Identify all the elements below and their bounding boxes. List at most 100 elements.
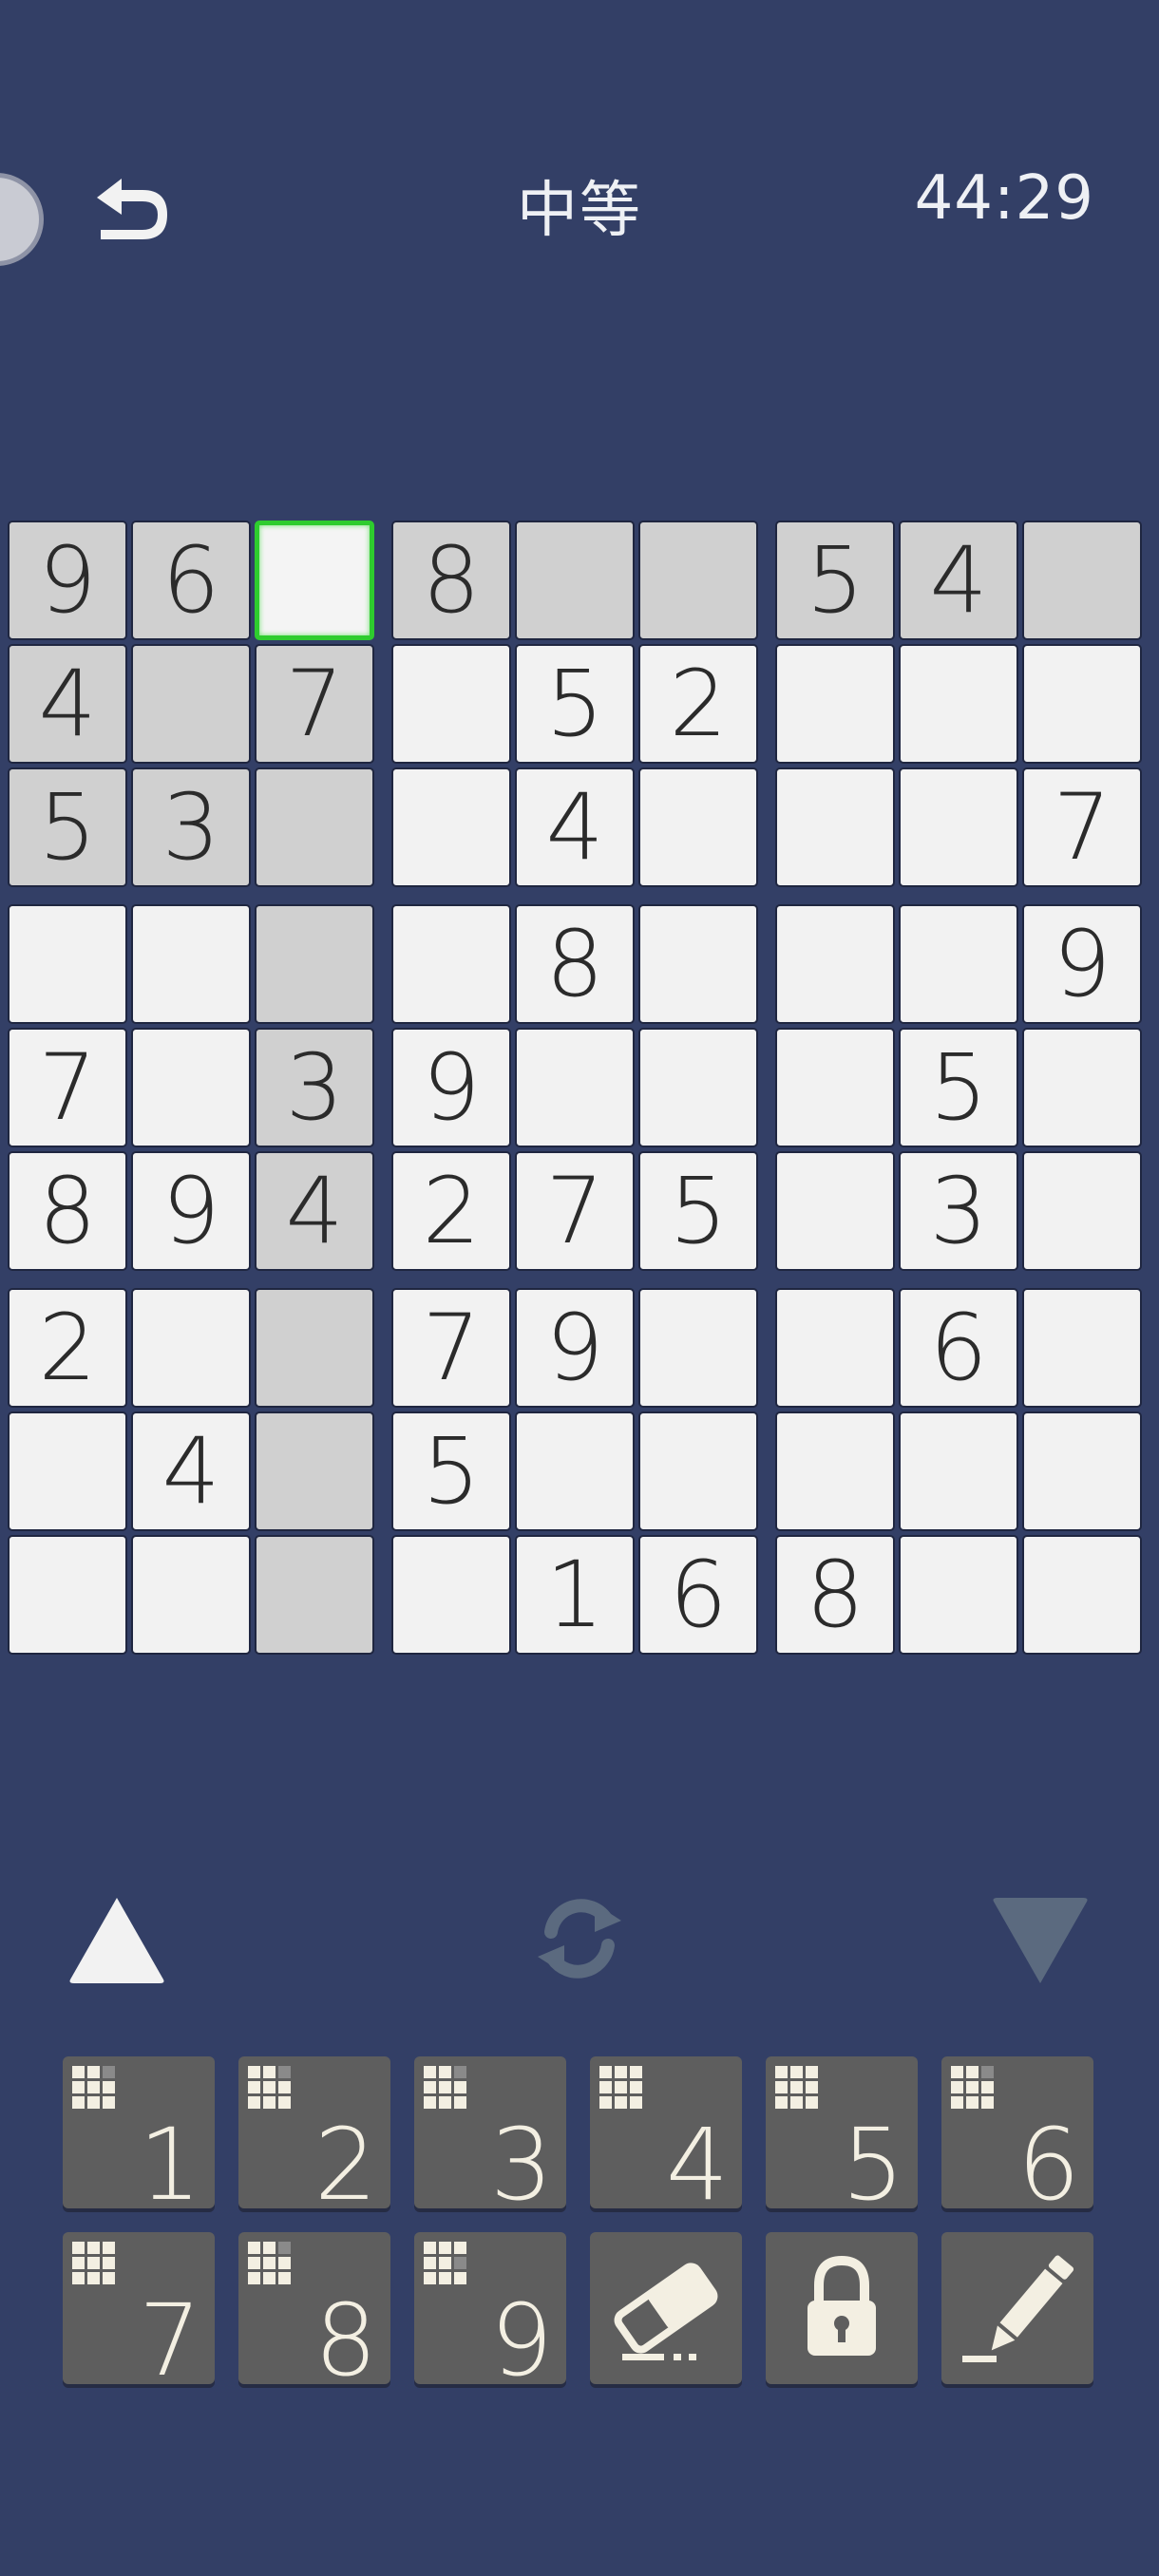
board-cell[interactable]: [391, 1535, 511, 1655]
board-cell[interactable]: [638, 1288, 758, 1408]
board-cell[interactable]: [255, 904, 374, 1024]
board-cell[interactable]: [8, 1411, 127, 1531]
board-cell[interactable]: [255, 521, 374, 640]
board-cell[interactable]: 4: [8, 644, 127, 764]
board-cell[interactable]: [638, 521, 758, 640]
board-cell[interactable]: 7: [8, 1028, 127, 1147]
board-cell[interactable]: 2: [638, 644, 758, 764]
board-cell[interactable]: 7: [1022, 767, 1142, 887]
board-cell[interactable]: [1022, 521, 1142, 640]
board-cell[interactable]: [899, 1535, 1018, 1655]
board-cell[interactable]: 1: [515, 1535, 635, 1655]
board-cell[interactable]: [515, 521, 635, 640]
board-cell[interactable]: [391, 767, 511, 887]
number-key-6[interactable]: 6: [941, 2056, 1093, 2214]
board-cell[interactable]: [899, 904, 1018, 1024]
board-cell[interactable]: 9: [515, 1288, 635, 1408]
board-cell[interactable]: [638, 904, 758, 1024]
board-cell[interactable]: 8: [515, 904, 635, 1024]
board-cell[interactable]: [775, 1028, 895, 1147]
board-cell[interactable]: [899, 644, 1018, 764]
eraser-button[interactable]: [590, 2232, 742, 2384]
board-cell[interactable]: [638, 767, 758, 887]
board-cell[interactable]: [1022, 1411, 1142, 1531]
board-cell[interactable]: [775, 1151, 895, 1271]
board-cell[interactable]: 5: [638, 1151, 758, 1271]
board-cell[interactable]: [255, 1288, 374, 1408]
number-key-5[interactable]: 5: [766, 2056, 918, 2214]
board-cell[interactable]: [775, 1411, 895, 1531]
board-cell[interactable]: 3: [899, 1151, 1018, 1271]
board-cell[interactable]: 5: [899, 1028, 1018, 1147]
board-cell[interactable]: 2: [391, 1151, 511, 1271]
board-cell[interactable]: 5: [515, 644, 635, 764]
number-key-8[interactable]: 8: [238, 2232, 390, 2390]
lock-button[interactable]: [766, 2232, 918, 2384]
board-cell[interactable]: 4: [255, 1151, 374, 1271]
board-cell[interactable]: 6: [899, 1288, 1018, 1408]
board-cell[interactable]: [775, 767, 895, 887]
number-key-9[interactable]: 9: [414, 2232, 566, 2390]
board-cell[interactable]: 9: [1022, 904, 1142, 1024]
board-cell[interactable]: 3: [255, 1028, 374, 1147]
triangle-down-icon[interactable]: [988, 1894, 1092, 1989]
board-cell[interactable]: 6: [131, 521, 251, 640]
board-cell[interactable]: [255, 1535, 374, 1655]
board-cell[interactable]: [899, 1411, 1018, 1531]
board-cell[interactable]: 4: [899, 521, 1018, 640]
board-cell[interactable]: [391, 644, 511, 764]
number-key-2[interactable]: 2: [238, 2056, 390, 2214]
number-key-3[interactable]: 3: [414, 2056, 566, 2214]
board-cell[interactable]: 4: [131, 1411, 251, 1531]
board-cell[interactable]: [638, 1411, 758, 1531]
board-cell[interactable]: 8: [775, 1535, 895, 1655]
board-cell[interactable]: [8, 904, 127, 1024]
board-cell[interactable]: [899, 767, 1018, 887]
remaining-grid-icon: [72, 2242, 115, 2284]
board-cell[interactable]: [1022, 1028, 1142, 1147]
board-cell[interactable]: [638, 1028, 758, 1147]
board-cell[interactable]: [775, 644, 895, 764]
board-cell[interactable]: 5: [8, 767, 127, 887]
board-cell[interactable]: [515, 1028, 635, 1147]
board-cell[interactable]: [775, 1288, 895, 1408]
board-cell[interactable]: [1022, 1535, 1142, 1655]
board-cell[interactable]: [131, 904, 251, 1024]
board-cell[interactable]: [131, 1028, 251, 1147]
board-cell[interactable]: 9: [131, 1151, 251, 1271]
board-cell[interactable]: [255, 767, 374, 887]
board-cell[interactable]: 4: [515, 767, 635, 887]
refresh-icon[interactable]: [522, 1886, 636, 1991]
board-cell[interactable]: 9: [391, 1028, 511, 1147]
board-cell[interactable]: [515, 1411, 635, 1531]
key-number-label: 4: [665, 2107, 729, 2223]
board-cell[interactable]: [1022, 1288, 1142, 1408]
board-cell[interactable]: 5: [775, 521, 895, 640]
board-cell[interactable]: 7: [391, 1288, 511, 1408]
board-cell[interactable]: 7: [515, 1151, 635, 1271]
number-key-7[interactable]: 7: [63, 2232, 215, 2390]
number-keypad: 123456 789: [0, 2056, 1159, 2390]
number-key-1[interactable]: 1: [63, 2056, 215, 2214]
board-cell[interactable]: [775, 904, 895, 1024]
board-cell[interactable]: [1022, 1151, 1142, 1271]
board-cell[interactable]: [131, 644, 251, 764]
board-controls: [0, 1881, 1159, 2014]
board-cell[interactable]: 5: [391, 1411, 511, 1531]
board-cell[interactable]: [131, 1288, 251, 1408]
triangle-up-icon[interactable]: [65, 1892, 169, 1987]
board-cell[interactable]: 8: [391, 521, 511, 640]
board-cell[interactable]: 8: [8, 1151, 127, 1271]
board-cell[interactable]: 9: [8, 521, 127, 640]
board-cell[interactable]: 2: [8, 1288, 127, 1408]
board-cell[interactable]: [255, 1411, 374, 1531]
number-key-4[interactable]: 4: [590, 2056, 742, 2214]
board-cell[interactable]: 7: [255, 644, 374, 764]
board-cell[interactable]: 3: [131, 767, 251, 887]
board-cell[interactable]: [391, 904, 511, 1024]
board-cell[interactable]: [131, 1535, 251, 1655]
board-cell[interactable]: 6: [638, 1535, 758, 1655]
board-cell[interactable]: [8, 1535, 127, 1655]
pencil-button[interactable]: [941, 2232, 1093, 2384]
board-cell[interactable]: [1022, 644, 1142, 764]
